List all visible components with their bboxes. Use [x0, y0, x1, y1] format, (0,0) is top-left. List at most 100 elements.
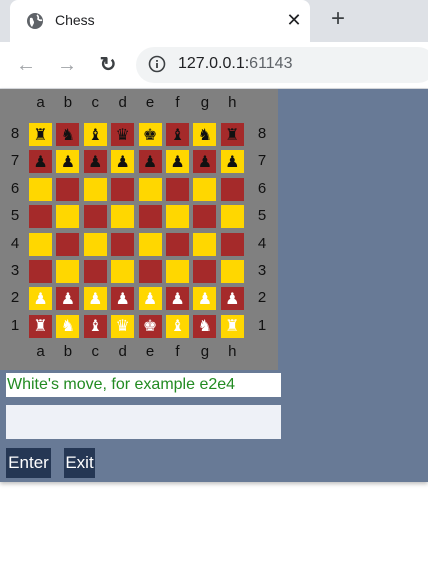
chess-piece-icon: ♟ — [197, 288, 213, 308]
close-icon[interactable]: ✕ — [284, 9, 304, 31]
square-g1[interactable]: ♞ — [193, 314, 217, 338]
square-c5[interactable] — [83, 205, 107, 229]
square-c4[interactable] — [83, 232, 107, 256]
new-tab-icon[interactable]: + — [326, 7, 350, 32]
address-bar[interactable]: 127.0.0.1:61143 — [136, 47, 428, 83]
square-h4[interactable] — [220, 232, 244, 256]
square-b4[interactable] — [56, 232, 80, 256]
square-g4[interactable] — [193, 232, 217, 256]
square-b5[interactable] — [56, 205, 80, 229]
chess-piece-icon: ♞ — [60, 316, 76, 336]
square-h6[interactable] — [220, 177, 244, 201]
square-h2[interactable]: ♟ — [220, 287, 244, 311]
chess-piece-icon: ♟ — [115, 151, 130, 171]
file-label-top-h: h — [228, 94, 237, 111]
square-a7[interactable]: ♟ — [29, 150, 52, 174]
square-a4[interactable] — [29, 232, 52, 256]
square-a3[interactable] — [29, 260, 52, 283]
rank-label-right-1: 1 — [257, 316, 267, 334]
chess-piece-icon: ♞ — [197, 316, 213, 336]
square-a8[interactable]: ♜ — [29, 123, 52, 146]
square-b7[interactable]: ♟ — [56, 150, 80, 174]
square-h1[interactable]: ♜ — [220, 314, 244, 338]
square-g3[interactable] — [193, 260, 217, 283]
forward-arrow-icon[interactable]: → — [55, 53, 79, 77]
square-e4[interactable] — [138, 232, 162, 256]
move-input[interactable] — [6, 405, 281, 439]
square-d1[interactable]: ♛ — [111, 314, 135, 338]
square-b1[interactable]: ♞ — [56, 314, 80, 338]
square-e3[interactable] — [138, 260, 162, 283]
square-d7[interactable]: ♟ — [111, 150, 135, 174]
square-d6[interactable] — [111, 177, 135, 201]
square-c1[interactable]: ♝ — [83, 314, 107, 338]
chess-piece-icon: ♟ — [142, 288, 158, 308]
square-e8[interactable]: ♚ — [138, 123, 162, 146]
chess-piece-icon: ♟ — [197, 151, 213, 171]
square-f5[interactable] — [166, 205, 189, 229]
back-arrow-icon[interactable]: ← — [14, 53, 38, 77]
square-d2[interactable]: ♟ — [111, 287, 135, 311]
square-f6[interactable] — [166, 177, 189, 201]
square-g6[interactable] — [193, 177, 217, 201]
file-label-top-a: a — [36, 94, 45, 111]
chess-piece-icon: ♝ — [88, 124, 103, 144]
square-g2[interactable]: ♟ — [193, 287, 217, 311]
square-d3[interactable] — [111, 260, 135, 283]
rank-label-left-5: 5 — [10, 207, 20, 225]
square-d5[interactable] — [111, 205, 135, 229]
square-b8[interactable]: ♞ — [56, 123, 80, 146]
square-f3[interactable] — [166, 260, 189, 283]
square-h3[interactable] — [220, 260, 244, 283]
reload-icon[interactable]: ↻ — [96, 53, 120, 77]
square-c7[interactable]: ♟ — [83, 150, 107, 174]
enter-button[interactable]: Enter — [6, 448, 51, 478]
square-e2[interactable]: ♟ — [138, 287, 162, 311]
file-label-bottom-c: c — [91, 343, 100, 360]
square-h8[interactable]: ♜ — [220, 123, 244, 146]
square-f8[interactable]: ♝ — [166, 123, 189, 146]
chess-piece-icon: ♜ — [225, 316, 240, 336]
square-a1[interactable]: ♜ — [29, 314, 52, 338]
chess-piece-icon: ♟ — [60, 151, 76, 171]
exit-button[interactable]: Exit — [64, 448, 95, 478]
square-c2[interactable]: ♟ — [83, 287, 107, 311]
chess-piece-icon: ♟ — [33, 288, 48, 308]
square-f1[interactable]: ♝ — [166, 314, 189, 338]
file-label-bottom-d: d — [118, 343, 127, 360]
square-d4[interactable] — [111, 232, 135, 256]
square-c3[interactable] — [83, 260, 107, 283]
chess-piece-icon: ♛ — [115, 124, 130, 144]
square-d8[interactable]: ♛ — [111, 123, 135, 146]
chess-piece-icon: ♟ — [142, 151, 158, 171]
square-e5[interactable] — [138, 205, 162, 229]
square-g5[interactable] — [193, 205, 217, 229]
info-icon[interactable] — [148, 55, 166, 73]
square-g7[interactable]: ♟ — [193, 150, 217, 174]
chess-piece-icon: ♜ — [33, 124, 48, 144]
square-e1[interactable]: ♚ — [138, 314, 162, 338]
browser-tab[interactable]: Chess ✕ — [10, 0, 310, 42]
square-a6[interactable] — [29, 177, 52, 201]
status-message: White's move, for example e2e4 — [6, 373, 281, 397]
square-a2[interactable]: ♟ — [29, 287, 52, 311]
square-b3[interactable] — [56, 260, 80, 283]
square-c8[interactable]: ♝ — [83, 123, 107, 146]
square-f7[interactable]: ♟ — [166, 150, 189, 174]
square-e7[interactable]: ♟ — [138, 150, 162, 174]
square-a5[interactable] — [29, 205, 52, 229]
chess-piece-icon: ♜ — [225, 124, 240, 144]
square-c6[interactable] — [83, 177, 107, 201]
square-h5[interactable] — [220, 205, 244, 229]
square-f4[interactable] — [166, 232, 189, 256]
square-e6[interactable] — [138, 177, 162, 201]
square-f2[interactable]: ♟ — [166, 287, 189, 311]
file-label-top-f: f — [175, 94, 180, 111]
url-text: 127.0.0.1:61143 — [178, 55, 292, 73]
chess-board-panel: a a b b c c d d e e f f g g h h 8 8 7 7 6 6 5 5 4 4 3 3 2 2 1 1 ♜ ♞ ♝ ♛ ♚ ♝ ♞ ♜… — [0, 89, 278, 370]
square-h7[interactable]: ♟ — [220, 150, 244, 174]
square-b2[interactable]: ♟ — [56, 287, 80, 311]
globe-icon — [27, 13, 43, 29]
square-b6[interactable] — [56, 177, 80, 201]
square-g8[interactable]: ♞ — [193, 123, 217, 146]
